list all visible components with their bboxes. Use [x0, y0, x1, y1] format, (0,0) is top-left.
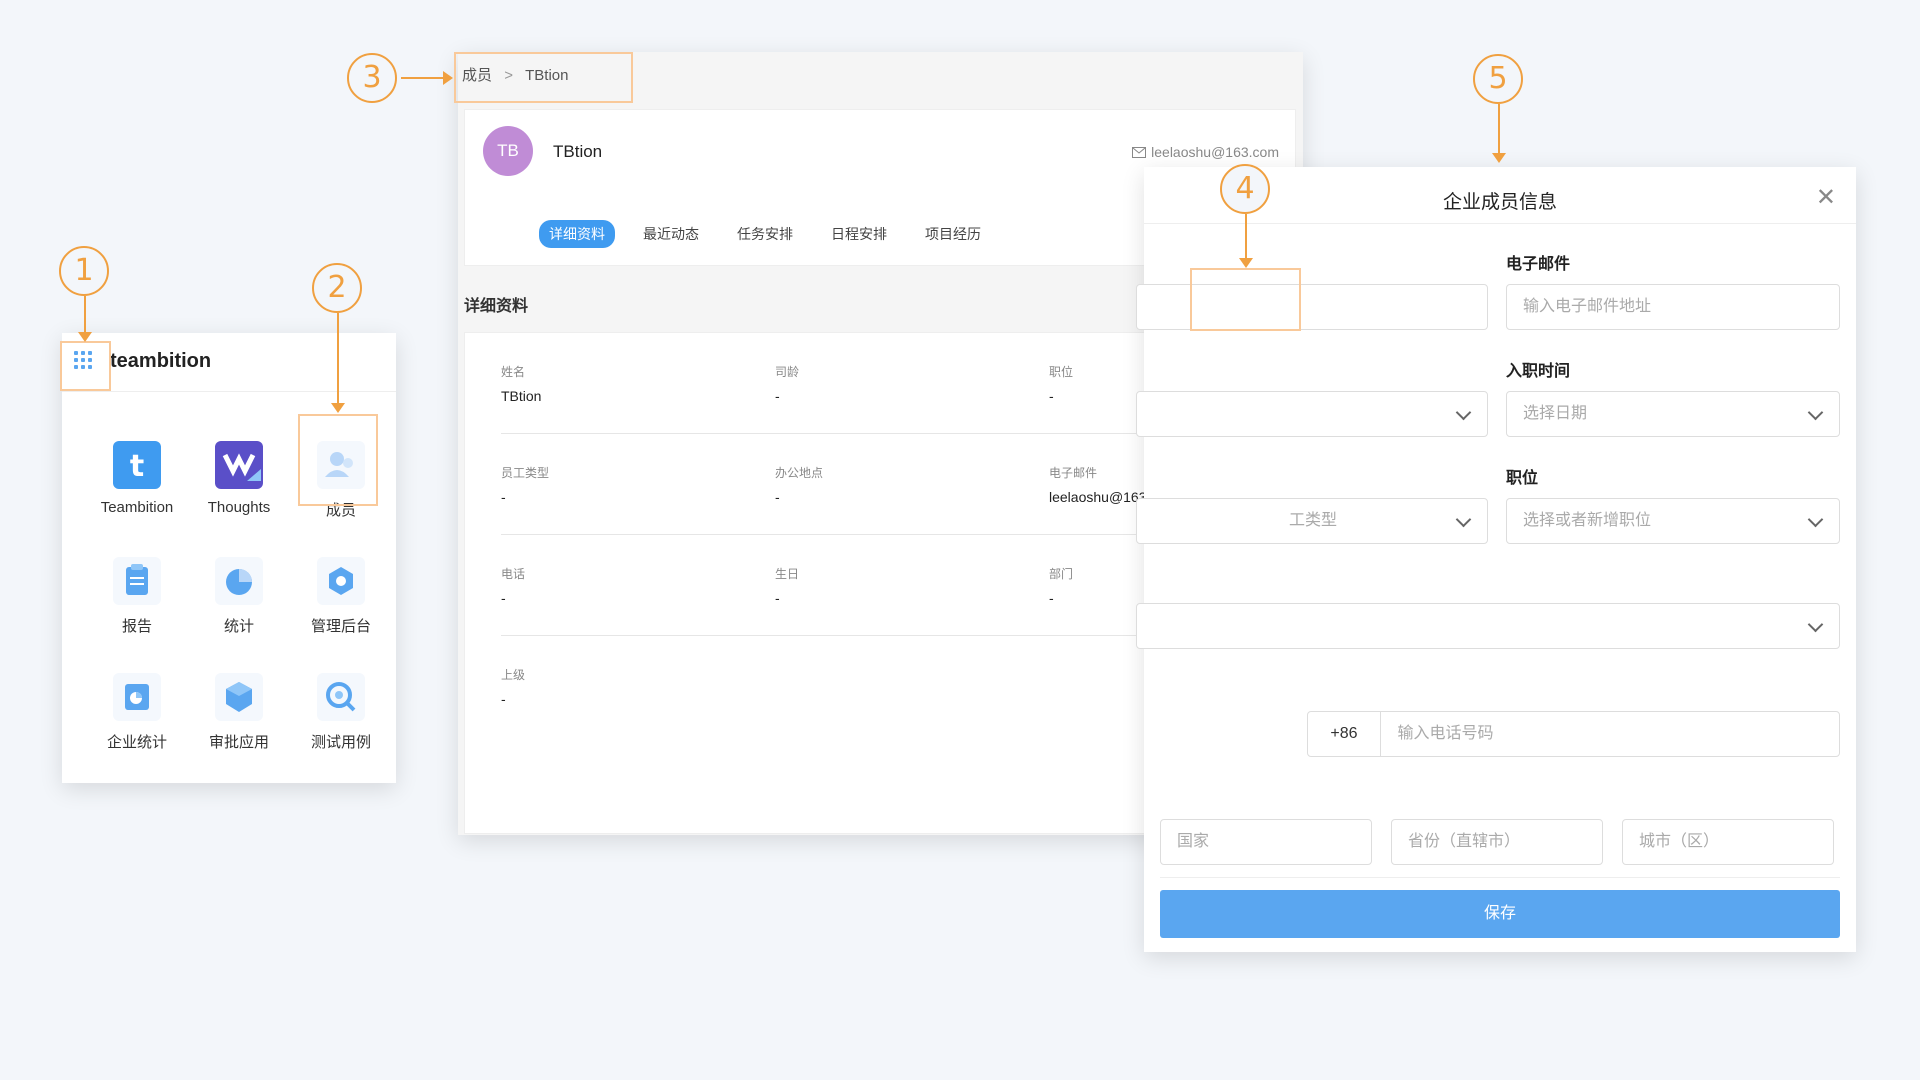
form-divider	[1160, 877, 1840, 878]
chevron-down-icon	[1807, 511, 1824, 528]
join-date-select[interactable]: 选择日期	[1506, 391, 1840, 437]
email-input[interactable]: 输入电子邮件地址	[1506, 284, 1840, 330]
thoughts-icon	[215, 441, 263, 489]
enterprise-stats-icon	[113, 673, 161, 721]
province-input[interactable]: 省份（直辖市）	[1391, 819, 1603, 865]
name-input[interactable]	[1136, 284, 1488, 330]
position-label: 职位	[1506, 470, 1539, 487]
phone-country-code[interactable]: +86	[1308, 712, 1381, 756]
app-statistics[interactable]: 统计	[189, 557, 289, 636]
app-admin[interactable]: 管理后台	[291, 557, 391, 636]
highlight-edit-button	[1190, 268, 1301, 331]
field-phone: 电话 -	[501, 567, 526, 606]
field-employee-type: 员工类型 -	[501, 466, 550, 505]
app-approval[interactable]: 审批应用	[189, 673, 289, 752]
marker-2: 2	[312, 263, 362, 313]
form-header-divider	[1144, 223, 1856, 224]
app-thoughts[interactable]: Thoughts	[189, 441, 289, 516]
tab-recent-activity[interactable]: 最近动态	[633, 220, 709, 248]
highlight-breadcrumb	[454, 52, 633, 103]
test-case-icon	[317, 673, 365, 721]
app-test-case[interactable]: 测试用例	[291, 673, 391, 752]
tab-details[interactable]: 详细资料	[539, 220, 615, 248]
section-title: 详细资料	[464, 298, 529, 315]
launcher-header: teambition	[62, 333, 396, 392]
field-supervisor: 上级 -	[501, 668, 526, 707]
member-tabs: 详细资料 最近动态 任务安排 日程安排 项目经历	[539, 220, 991, 248]
email-label: 电子邮件	[1506, 256, 1571, 273]
gender-select[interactable]	[1136, 391, 1488, 437]
join-date-label: 入职时间	[1506, 363, 1571, 380]
avatar: TB	[483, 126, 533, 176]
tab-schedule[interactable]: 日程安排	[821, 220, 897, 248]
mail-icon	[1132, 147, 1147, 158]
chevron-down-icon	[1807, 404, 1824, 421]
marker-4: 4	[1220, 164, 1270, 214]
report-icon	[113, 557, 161, 605]
arrow-5	[1492, 104, 1506, 163]
field-tenure: 司龄 -	[775, 365, 800, 404]
chevron-down-icon	[1455, 404, 1472, 421]
arrow-2	[331, 313, 345, 413]
app-teambition[interactable]: t Teambition	[87, 441, 187, 516]
field-name: 姓名 TBtion	[501, 365, 542, 404]
member-email: leelaoshu@163.com	[1132, 144, 1279, 160]
member-name: TBtion	[553, 142, 603, 161]
launcher-brand: teambition	[110, 350, 212, 372]
position-select[interactable]: 选择或者新增职位	[1506, 498, 1840, 544]
marker-1: 1	[59, 246, 109, 296]
save-button[interactable]: 保存	[1160, 890, 1840, 938]
employee-type-select[interactable]: 工类型	[1136, 498, 1488, 544]
city-input[interactable]: 城市（区）	[1622, 819, 1834, 865]
arrow-1	[78, 296, 92, 342]
country-input[interactable]: 国家	[1160, 819, 1372, 865]
arrow-4	[1239, 214, 1253, 268]
chevron-down-icon	[1807, 616, 1824, 633]
chevron-down-icon	[1455, 511, 1472, 528]
marker-3: 3	[347, 53, 397, 103]
department-select[interactable]	[1136, 603, 1840, 649]
arrow-3	[401, 71, 453, 85]
statistics-icon	[215, 557, 263, 605]
marker-5: 5	[1473, 54, 1523, 104]
approval-icon	[215, 673, 263, 721]
tab-tasks[interactable]: 任务安排	[727, 220, 803, 248]
close-icon[interactable]: ✕	[1816, 183, 1836, 212]
teambition-icon: t	[113, 441, 161, 489]
admin-icon	[317, 557, 365, 605]
svg-text:t: t	[130, 449, 144, 484]
phone-input[interactable]: +86 输入电话号码	[1307, 711, 1840, 757]
field-birthday: 生日 -	[775, 567, 800, 606]
field-office: 办公地点 -	[775, 466, 824, 505]
tab-projects[interactable]: 项目经历	[915, 220, 991, 248]
app-report[interactable]: 报告	[87, 557, 187, 636]
highlight-app-grid	[60, 341, 111, 391]
app-launcher-panel: teambition t Teambition Thoughts 成员 报告 统…	[62, 333, 396, 783]
app-enterprise-stats[interactable]: 企业统计	[87, 673, 187, 752]
highlight-members-app	[298, 414, 378, 506]
